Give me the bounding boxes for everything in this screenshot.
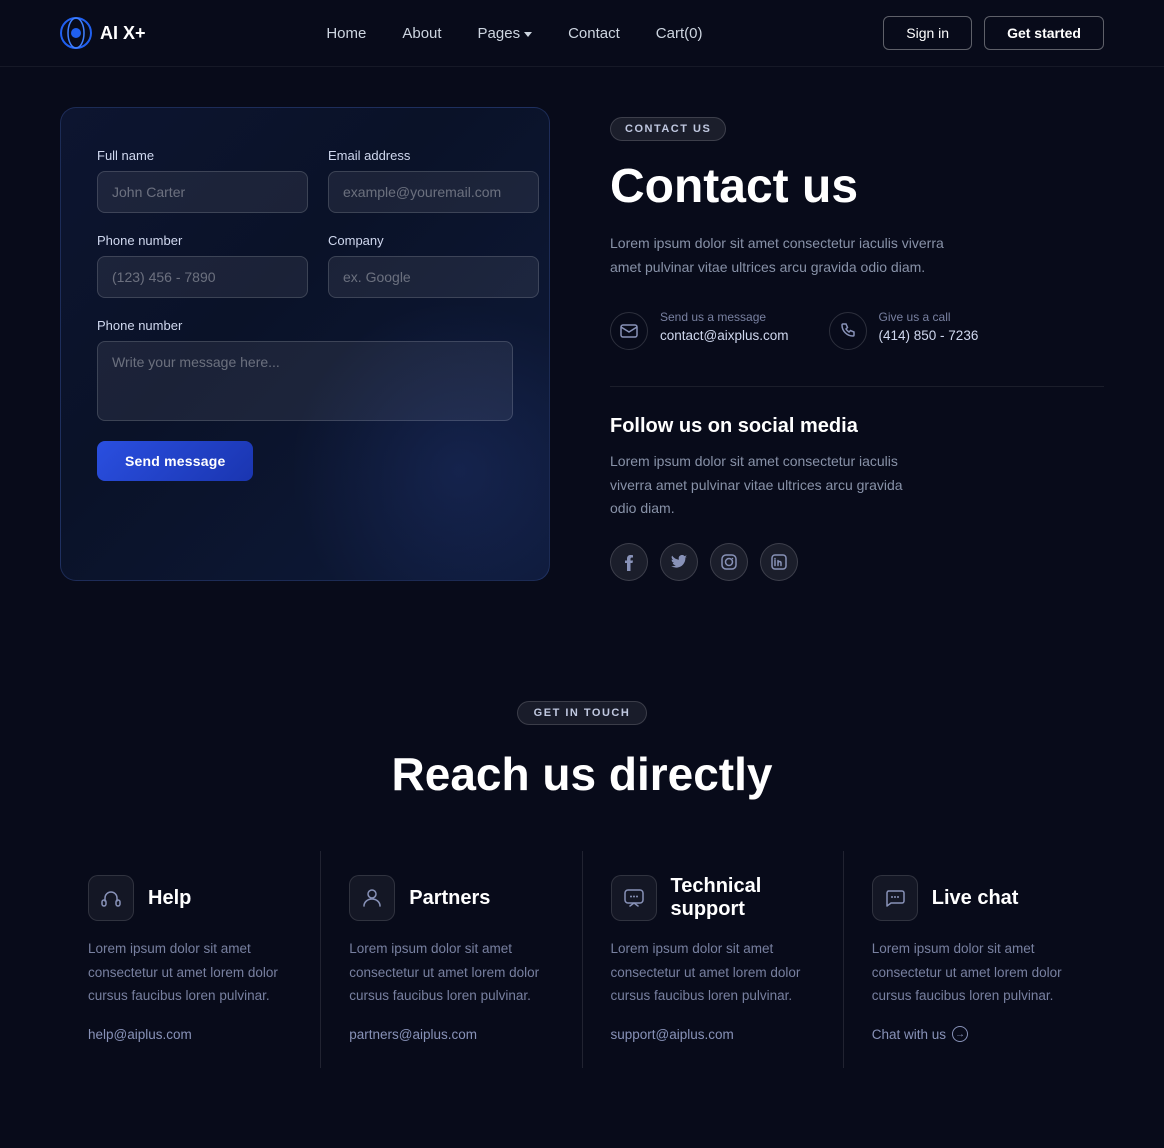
lower-section: GET IN TOUCH Reach us directly Help Lore… (0, 641, 1164, 1148)
technical-support-desc: Lorem ipsum dolor sit amet consectetur u… (611, 937, 815, 1008)
live-chat-icon (872, 875, 918, 921)
nav-home[interactable]: Home (326, 25, 366, 42)
live-chat-title: Live chat (932, 887, 1019, 910)
headphones-icon (100, 887, 122, 909)
nav-about[interactable]: About (402, 25, 441, 42)
sign-in-button[interactable]: Sign in (883, 16, 972, 50)
partners-card: Partners Lorem ipsum dolor sit amet cons… (320, 851, 581, 1068)
help-card-link[interactable]: help@aiplus.com (88, 1027, 192, 1042)
nav-links: Home About Pages Contact Cart(0) (326, 25, 702, 42)
lower-title: Reach us directly (60, 747, 1104, 801)
company-label: Company (328, 233, 539, 248)
partners-card-title: Partners (409, 887, 490, 910)
contact-badge: CONTACT US (610, 117, 726, 141)
form-middle-row: Phone number Company (97, 233, 513, 298)
full-name-group: Full name (97, 148, 308, 213)
nav-pages-label: Pages (478, 25, 521, 42)
company-input[interactable] (328, 256, 539, 298)
contact-info: CONTACT US Contact us Lorem ipsum dolor … (610, 107, 1104, 581)
chevron-down-icon (524, 32, 532, 37)
company-group: Company (328, 233, 539, 298)
logo-text: AI X+ (100, 23, 146, 44)
partners-card-header: Partners (349, 875, 553, 921)
nav-cart[interactable]: Cart(0) (656, 25, 703, 42)
technical-support-card: Technical support Lorem ipsum dolor sit … (582, 851, 843, 1068)
contact-email-method: Send us a message contact@aixplus.com (610, 310, 789, 350)
phone-input[interactable] (97, 256, 308, 298)
social-icons (610, 543, 1104, 581)
help-card-title: Help (148, 887, 191, 910)
phone-method-value: (414) 850 - 7236 (879, 328, 979, 343)
email-method-value: contact@aixplus.com (660, 328, 789, 343)
contact-methods: Send us a message contact@aixplus.com Gi… (610, 310, 1104, 350)
envelope-icon (620, 324, 638, 338)
technical-support-header: Technical support (611, 875, 815, 921)
contact-form-card: Full name Email address Phone number Com… (60, 107, 550, 581)
email-group: Email address (328, 148, 539, 213)
help-icon (88, 875, 134, 921)
phone-icon (840, 323, 856, 339)
person-icon (361, 887, 383, 909)
email-method-label: Send us a message (660, 310, 789, 324)
divider (610, 386, 1104, 387)
twitter-icon (671, 555, 687, 569)
contact-description: Lorem ipsum dolor sit amet consectetur i… (610, 232, 950, 280)
twitter-button[interactable] (660, 543, 698, 581)
full-name-input[interactable] (97, 171, 308, 213)
chat-bubble-icon (884, 887, 906, 909)
phone-method-text: Give us a call (414) 850 - 7236 (879, 310, 979, 345)
contact-title: Contact us (610, 159, 1104, 214)
get-started-button[interactable]: Get started (984, 16, 1104, 50)
partners-card-link[interactable]: partners@aiplus.com (349, 1027, 477, 1042)
cards-row: Help Lorem ipsum dolor sit amet consecte… (60, 851, 1104, 1068)
phone-group: Phone number (97, 233, 308, 298)
email-input[interactable] (328, 171, 539, 213)
technical-support-title: Technical support (671, 875, 815, 921)
facebook-button[interactable] (610, 543, 648, 581)
nav-contact[interactable]: Contact (568, 25, 620, 42)
get-in-touch-badge: GET IN TOUCH (517, 701, 648, 725)
live-chat-card: Live chat Lorem ipsum dolor sit amet con… (843, 851, 1104, 1068)
message-textarea[interactable] (97, 341, 513, 421)
arrow-right-icon: → (952, 1026, 968, 1042)
logo-icon (60, 17, 92, 49)
email-method-icon (610, 312, 648, 350)
send-message-button[interactable]: Send message (97, 441, 253, 481)
chat-icon (623, 887, 645, 909)
linkedin-button[interactable] (760, 543, 798, 581)
live-chat-link[interactable]: Chat with us → (872, 1026, 1076, 1042)
main-section: Full name Email address Phone number Com… (0, 67, 1164, 641)
phone-method-icon (829, 312, 867, 350)
help-card-desc: Lorem ipsum dolor sit amet consectetur u… (88, 937, 292, 1008)
nav-pages[interactable]: Pages (478, 25, 533, 42)
social-title: Follow us on social media (610, 415, 1104, 438)
partners-icon (349, 875, 395, 921)
logo[interactable]: AI X+ (60, 17, 146, 49)
email-label: Email address (328, 148, 539, 163)
technical-support-link[interactable]: support@aiplus.com (611, 1027, 734, 1042)
help-card: Help Lorem ipsum dolor sit amet consecte… (60, 851, 320, 1068)
social-description: Lorem ipsum dolor sit amet consectetur i… (610, 450, 930, 521)
technical-support-icon (611, 875, 657, 921)
navbar: AI X+ Home About Pages Contact Cart(0) S… (0, 0, 1164, 67)
message-group: Phone number (97, 318, 513, 421)
live-chat-header: Live chat (872, 875, 1076, 921)
form-top-row: Full name Email address (97, 148, 513, 213)
linkedin-icon (771, 554, 787, 570)
facebook-icon (624, 553, 634, 571)
nav-actions: Sign in Get started (883, 16, 1104, 50)
email-method-text: Send us a message contact@aixplus.com (660, 310, 789, 345)
message-label: Phone number (97, 318, 513, 333)
phone-method-label: Give us a call (879, 310, 979, 324)
instagram-icon (721, 554, 737, 570)
instagram-button[interactable] (710, 543, 748, 581)
phone-label: Phone number (97, 233, 308, 248)
live-chat-desc: Lorem ipsum dolor sit amet consectetur u… (872, 937, 1076, 1008)
partners-card-desc: Lorem ipsum dolor sit amet consectetur u… (349, 937, 553, 1008)
full-name-label: Full name (97, 148, 308, 163)
contact-phone-method: Give us a call (414) 850 - 7236 (829, 310, 979, 350)
help-card-header: Help (88, 875, 292, 921)
live-chat-link-text: Chat with us (872, 1027, 946, 1042)
